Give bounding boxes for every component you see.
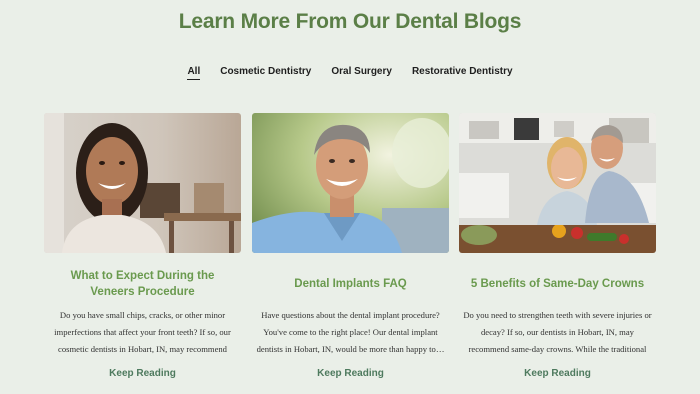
blog-card-implants: Dental Implants FAQ Have questions about…: [252, 113, 449, 379]
keep-reading-link[interactable]: Keep Reading: [44, 368, 241, 379]
section-title: Learn More From Our Dental Blogs: [178, 10, 522, 33]
blog-card-title[interactable]: Dental Implants FAQ: [252, 267, 449, 301]
keep-reading-link[interactable]: Keep Reading: [252, 368, 449, 379]
blog-card-excerpt: Do you have small chips, cracks, or othe…: [54, 310, 231, 354]
tab-restorative-dentistry[interactable]: Restorative Dentistry: [412, 66, 513, 80]
blog-filter-tabs: All Cosmetic Dentistry Oral Surgery Rest…: [0, 66, 700, 80]
blog-card-title[interactable]: 5 Benefits of Same-Day Crowns: [459, 267, 656, 301]
tab-cosmetic-dentistry[interactable]: Cosmetic Dentistry: [220, 66, 311, 80]
blog-card-excerpt: Have questions about the dental implant …: [256, 310, 445, 354]
blog-image-smiling-woman[interactable]: [44, 113, 241, 253]
blog-card-excerpt: Do you need to strengthen teeth with sev…: [463, 310, 652, 354]
blog-card-same-day-crowns: 5 Benefits of Same-Day Crowns Do you nee…: [459, 113, 656, 379]
blog-card-title[interactable]: What to Expect During the Veneers Proced…: [44, 267, 241, 301]
blog-image-couple-kitchen[interactable]: [459, 113, 656, 253]
keep-reading-link[interactable]: Keep Reading: [459, 368, 656, 379]
tab-oral-surgery[interactable]: Oral Surgery: [331, 66, 392, 80]
tab-all[interactable]: All: [187, 66, 201, 80]
blog-image-smiling-man[interactable]: [252, 113, 449, 253]
blog-card-veneers: What to Expect During the Veneers Proced…: [44, 113, 241, 379]
